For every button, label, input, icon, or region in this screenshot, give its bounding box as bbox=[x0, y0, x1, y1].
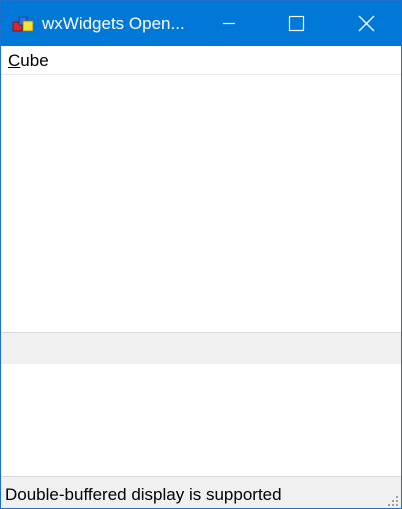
gl-canvas-top[interactable] bbox=[1, 75, 401, 332]
title-bar[interactable]: wxWidgets Open... bbox=[1, 1, 401, 46]
close-icon bbox=[358, 15, 375, 32]
minimize-icon bbox=[223, 22, 235, 25]
menu-bar: Cube bbox=[1, 46, 401, 75]
panel-divider bbox=[1, 332, 401, 364]
status-text: Double-buffered display is supported bbox=[5, 485, 282, 504]
menu-item-cube-mnemonic: C bbox=[8, 51, 21, 70]
minimize-button[interactable] bbox=[206, 1, 252, 46]
menu-item-cube[interactable]: Cube bbox=[8, 51, 49, 71]
window-title: wxWidgets Open... bbox=[42, 14, 185, 33]
maximize-icon bbox=[288, 15, 305, 32]
gl-canvas-bottom[interactable] bbox=[1, 364, 401, 476]
maximize-button[interactable] bbox=[273, 1, 319, 46]
resize-grip-icon[interactable] bbox=[387, 494, 399, 506]
app-window: wxWidgets Open... Cube Double-buffered d… bbox=[0, 0, 402, 509]
app-icon bbox=[12, 14, 34, 34]
status-bar: Double-buffered display is supported bbox=[1, 476, 401, 508]
menu-item-cube-label: ube bbox=[20, 51, 49, 70]
close-button[interactable] bbox=[343, 1, 389, 46]
